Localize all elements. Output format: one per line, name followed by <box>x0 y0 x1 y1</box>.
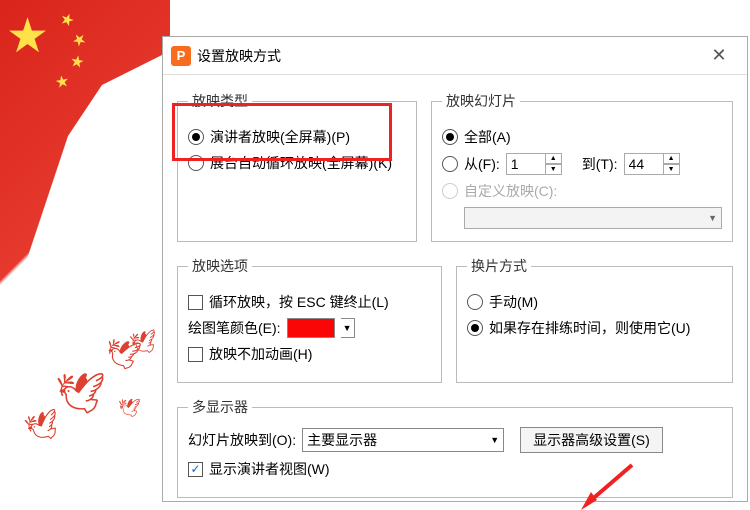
radio-label: 演讲者放映(全屏幕)(P) <box>210 127 350 147</box>
chevron-down-icon: ▼ <box>490 435 499 445</box>
from-spinner[interactable]: ▲▼ <box>506 153 562 175</box>
checkbox-label: 放映不加动画(H) <box>209 344 312 364</box>
button-label: 显示器高级设置(S) <box>533 430 650 450</box>
radio-label: 全部(A) <box>464 127 511 147</box>
radio-icon <box>467 294 483 310</box>
chevron-down-icon: ▼ <box>341 318 355 338</box>
close-button[interactable]: ✕ <box>699 41 739 71</box>
to-label: 到(T): <box>582 154 618 174</box>
spin-down-icon[interactable]: ▼ <box>664 164 680 175</box>
monitor-dropdown[interactable]: 主要显示器 ▼ <box>302 428 504 452</box>
checkbox-icon: ✓ <box>188 462 203 477</box>
to-input[interactable] <box>624 153 664 175</box>
from-label: 从(F): <box>464 154 500 174</box>
from-input[interactable] <box>506 153 546 175</box>
radio-icon <box>188 155 204 171</box>
radio-icon <box>442 183 458 199</box>
play-options-legend: 放映选项 <box>188 256 252 276</box>
dialog-title: 设置放映方式 <box>197 46 699 66</box>
pen-color-label: 绘图笔颜色(E): <box>188 318 281 338</box>
radio-kiosk[interactable]: 展台自动循环放映(全屏幕)(K) <box>188 153 406 173</box>
radio-icon <box>442 156 458 172</box>
radio-manual[interactable]: 手动(M) <box>467 292 722 312</box>
checkbox-presenter-view[interactable]: ✓ 显示演讲者视图(W) <box>188 459 722 479</box>
play-slides-legend: 放映幻灯片 <box>442 91 520 111</box>
spin-down-icon[interactable]: ▼ <box>546 164 562 175</box>
bird-icon: 🕊 <box>118 398 141 419</box>
radio-from-to[interactable]: 从(F): <box>442 154 500 174</box>
advance-group: 换片方式 手动(M) 如果存在排练时间，则使用它(U) <box>456 256 733 383</box>
radio-icon <box>188 129 204 145</box>
radio-label: 自定义放映(C): <box>464 181 557 201</box>
titlebar: P 设置放映方式 ✕ <box>163 37 747 75</box>
star-icon: ★ <box>6 8 49 64</box>
radio-use-timings[interactable]: 如果存在排练时间，则使用它(U) <box>467 318 722 338</box>
radio-label: 如果存在排练时间，则使用它(U) <box>489 318 690 338</box>
radio-icon <box>442 129 458 145</box>
app-icon: P <box>171 46 191 66</box>
advanced-monitor-settings-button[interactable]: 显示器高级设置(S) <box>520 427 663 453</box>
play-type-group: 放映类型 演讲者放映(全屏幕)(P) 展台自动循环放映(全屏幕)(K) <box>177 91 417 242</box>
checkbox-no-animation[interactable]: 放映不加动画(H) <box>188 344 431 364</box>
multi-monitor-group: 多显示器 幻灯片放映到(O): 主要显示器 ▼ 显示器高级设置(S) ✓ 显示演… <box>177 397 733 498</box>
spin-up-icon[interactable]: ▲ <box>546 153 562 164</box>
show-on-label: 幻灯片放映到(O): <box>188 430 296 450</box>
to-spinner[interactable]: ▲▼ <box>624 153 680 175</box>
checkbox-icon <box>188 347 203 362</box>
bird-icon: 🕊 <box>55 370 106 417</box>
pen-color-picker[interactable]: ▼ <box>287 318 355 338</box>
color-swatch <box>287 318 335 338</box>
checkbox-loop[interactable]: 循环放映，按 ESC 键终止(L) <box>188 292 431 312</box>
play-slides-group: 放映幻灯片 全部(A) 从(F): ▲▼ 到(T): <box>431 91 733 242</box>
bird-icon: 🕊 <box>102 335 143 374</box>
spin-up-icon[interactable]: ▲ <box>664 153 680 164</box>
monitor-selected: 主要显示器 <box>307 430 377 450</box>
checkbox-icon <box>188 295 203 310</box>
multi-monitor-legend: 多显示器 <box>188 397 252 417</box>
radio-label: 手动(M) <box>489 292 538 312</box>
custom-show-dropdown: ▼ <box>464 207 722 229</box>
slideshow-settings-dialog: P 设置放映方式 ✕ 放映类型 演讲者放映(全屏幕)(P) 展台自动循环放映(全… <box>162 36 748 502</box>
play-type-legend: 放映类型 <box>188 91 252 111</box>
advance-legend: 换片方式 <box>467 256 531 276</box>
play-options-group: 放映选项 循环放映，按 ESC 键终止(L) 绘图笔颜色(E): ▼ 放映不加动… <box>177 256 442 383</box>
radio-label: 展台自动循环放映(全屏幕)(K) <box>210 153 392 173</box>
radio-all-slides[interactable]: 全部(A) <box>442 127 722 147</box>
radio-custom-show: 自定义放映(C): <box>442 181 722 201</box>
checkbox-label: 循环放映，按 ESC 键终止(L) <box>209 292 389 312</box>
radio-presenter[interactable]: 演讲者放映(全屏幕)(P) <box>188 127 406 147</box>
checkbox-label: 显示演讲者视图(W) <box>209 459 330 479</box>
radio-icon <box>467 320 483 336</box>
